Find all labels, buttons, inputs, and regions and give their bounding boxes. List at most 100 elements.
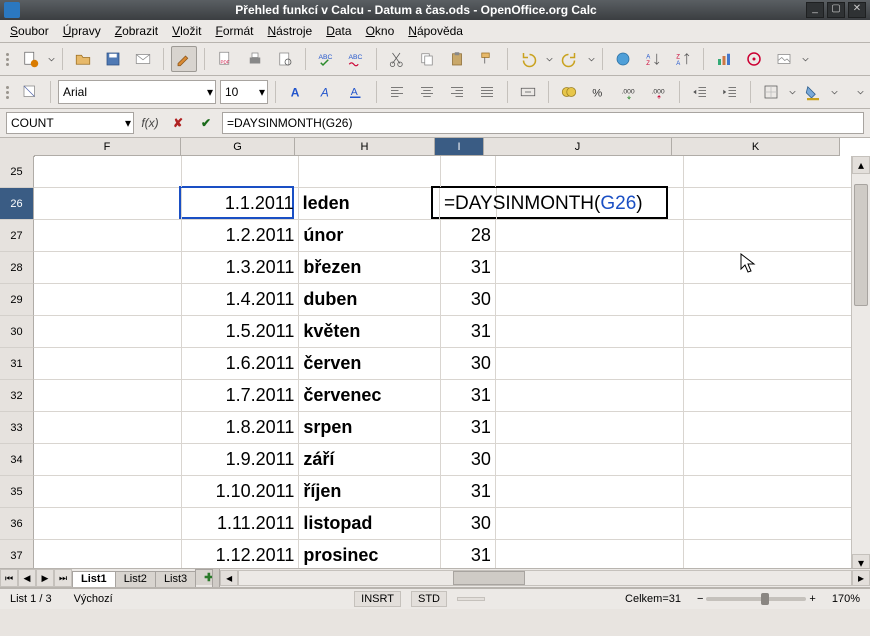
cell-G29[interactable]: 1.4.2011 [182, 284, 299, 315]
column-header-G[interactable]: G [181, 138, 295, 156]
auto-spellcheck-button[interactable]: ABC [343, 46, 369, 72]
cell-I34[interactable]: 30 [441, 444, 496, 475]
cell-G35[interactable]: 1.10.2011 [182, 476, 299, 507]
cell-G32[interactable]: 1.7.2011 [182, 380, 299, 411]
cell-J37[interactable] [496, 540, 684, 568]
cell-I35[interactable]: 31 [441, 476, 496, 507]
cell-I28[interactable]: 31 [441, 252, 496, 283]
add-sheet-button[interactable]: ✚ [195, 569, 213, 585]
sum-display[interactable]: Celkem=31 [495, 592, 687, 606]
cell-F27[interactable] [34, 220, 182, 251]
menu-soubor[interactable]: Soubor [4, 22, 55, 40]
cell-F36[interactable] [34, 508, 182, 539]
menu-nápověda[interactable]: Nápověda [402, 22, 469, 40]
cell-F31[interactable] [34, 348, 182, 379]
cell-H33[interactable]: srpen [299, 412, 441, 443]
cell-H32[interactable]: červenec [299, 380, 441, 411]
zoom-knob[interactable] [761, 593, 769, 605]
cell-K27[interactable] [684, 220, 852, 251]
vertical-scrollbar[interactable]: ▴ ▾ [851, 156, 870, 568]
cell-H28[interactable]: březen [299, 252, 441, 283]
cell-K37[interactable] [684, 540, 852, 568]
zoom-out-icon[interactable]: − [697, 593, 703, 605]
cell-I25[interactable] [441, 156, 496, 187]
zoom-slider[interactable]: − + [697, 593, 816, 605]
cell-K29[interactable] [684, 284, 852, 315]
cell-I26[interactable]: =DAYSINMONTH(G26) [440, 188, 497, 219]
menu-vložit[interactable]: Vložit [166, 22, 207, 40]
save-button[interactable] [100, 46, 126, 72]
cell-F34[interactable] [34, 444, 182, 475]
sheet-tab-list1[interactable]: List1 [72, 571, 116, 587]
cell-F35[interactable] [34, 476, 182, 507]
underline-button[interactable]: A [343, 79, 369, 105]
italic-button[interactable]: A [313, 79, 339, 105]
align-right-button[interactable] [444, 79, 470, 105]
scroll-track[interactable] [852, 174, 870, 554]
email-button[interactable] [130, 46, 156, 72]
formula-input[interactable] [222, 112, 864, 134]
cell-G36[interactable]: 1.11.2011 [182, 508, 299, 539]
sheet-tab-list2[interactable]: List2 [115, 571, 156, 587]
name-box[interactable]: COUNT ▾ [6, 112, 134, 134]
column-header-J[interactable]: J [484, 138, 672, 156]
selection-mode[interactable]: STD [411, 591, 447, 607]
spellcheck-button[interactable]: ABC [313, 46, 339, 72]
increase-indent-button[interactable] [717, 79, 743, 105]
spreadsheet-grid[interactable]: FGHIJK 25262728293031323334353637 1.1.20… [0, 138, 870, 569]
paste-button[interactable] [444, 46, 470, 72]
cell-J36[interactable] [496, 508, 684, 539]
copy-button[interactable] [414, 46, 440, 72]
scroll-track[interactable] [238, 570, 852, 586]
scroll-thumb[interactable] [854, 184, 868, 306]
open-button[interactable] [70, 46, 96, 72]
edit-mode-button[interactable] [171, 46, 197, 72]
row-header-35[interactable]: 35 [0, 476, 34, 508]
cell-J28[interactable] [496, 252, 684, 283]
cell-G28[interactable]: 1.3.2011 [182, 252, 299, 283]
menu-zobrazit[interactable]: Zobrazit [109, 22, 164, 40]
row-header-28[interactable]: 28 [0, 252, 34, 284]
cell-K32[interactable] [684, 380, 852, 411]
row-header-27[interactable]: 27 [0, 220, 34, 252]
zoom-in-icon[interactable]: + [809, 593, 815, 605]
minimize-button[interactable]: _ [806, 2, 824, 18]
background-color-button[interactable] [800, 79, 826, 105]
row-header-26[interactable]: 26 [0, 188, 34, 220]
scroll-thumb[interactable] [453, 571, 525, 585]
cell-G33[interactable]: 1.8.2011 [182, 412, 299, 443]
column-header-K[interactable]: K [672, 138, 840, 156]
cell-K26[interactable] [684, 188, 852, 219]
cell-K25[interactable] [684, 156, 852, 187]
cell-F26[interactable] [34, 188, 182, 219]
tab-nav-first[interactable]: ⏮ [0, 569, 18, 587]
cell-F29[interactable] [34, 284, 182, 315]
styles-button[interactable] [17, 79, 43, 105]
scroll-up-button[interactable]: ▴ [852, 156, 870, 174]
cell-K35[interactable] [684, 476, 852, 507]
cut-button[interactable] [384, 46, 410, 72]
row-header-36[interactable]: 36 [0, 508, 34, 540]
scroll-left-button[interactable]: ◂ [220, 570, 238, 586]
column-headers[interactable]: FGHIJK [34, 138, 852, 156]
cell-H31[interactable]: červen [299, 348, 441, 379]
accept-button[interactable]: ✔ [194, 112, 218, 134]
row-header-30[interactable]: 30 [0, 316, 34, 348]
cell-I31[interactable]: 30 [441, 348, 496, 379]
row-header-34[interactable]: 34 [0, 444, 34, 476]
row-header-32[interactable]: 32 [0, 380, 34, 412]
cell-J27[interactable] [496, 220, 684, 251]
cells-viewport[interactable]: 1.1.2011leden=DAYSINMONTH(G26)1.2.2011ún… [34, 156, 852, 568]
tab-nav-next[interactable]: ▶ [36, 569, 54, 587]
row-header-25[interactable]: 25 [0, 156, 34, 188]
row-header-29[interactable]: 29 [0, 284, 34, 316]
cell-K31[interactable] [684, 348, 852, 379]
bold-button[interactable]: A [283, 79, 309, 105]
cell-G27[interactable]: 1.2.2011 [182, 220, 299, 251]
cancel-button[interactable]: ✘ [166, 112, 190, 134]
cell-J30[interactable] [496, 316, 684, 347]
cell-H27[interactable]: únor [299, 220, 441, 251]
horizontal-scrollbar[interactable]: ◂ ▸ [220, 569, 870, 587]
new-document-dropdown[interactable] [47, 56, 55, 63]
export-pdf-button[interactable]: PDF [212, 46, 238, 72]
